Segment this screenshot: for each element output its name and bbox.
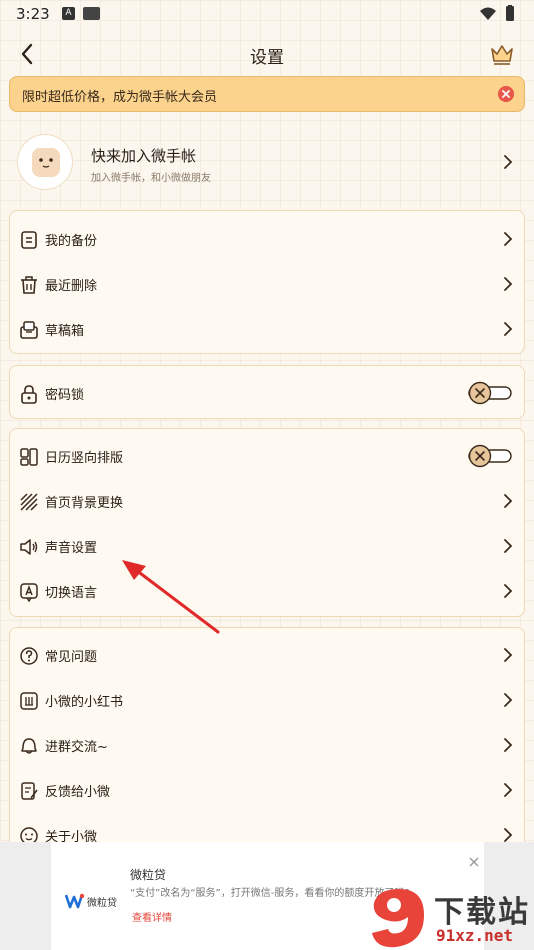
chevron-right-icon bbox=[504, 648, 513, 662]
notification-a-icon: A bbox=[62, 7, 75, 20]
notification-app-icon bbox=[83, 7, 100, 20]
watermark: 下载站 91xz.net bbox=[366, 885, 534, 950]
settings-row-home-background[interactable]: 首页背景更换 bbox=[10, 478, 524, 523]
chevron-right-icon bbox=[504, 494, 513, 508]
help-settings-group: 常见问题 小微的小红书 进群交流~ 反馈给小微 关于小微 bbox=[9, 627, 525, 857]
password-lock-toggle[interactable] bbox=[468, 381, 513, 405]
group-chat-icon bbox=[21, 738, 37, 754]
lock-icon bbox=[21, 385, 37, 404]
backup-icon bbox=[21, 231, 37, 249]
close-icon[interactable] bbox=[498, 86, 514, 102]
chevron-right-icon bbox=[504, 322, 513, 336]
ad-close-icon[interactable] bbox=[468, 856, 480, 868]
crown-vip-icon[interactable] bbox=[488, 40, 516, 68]
top-app-bar: 设置 bbox=[0, 36, 534, 72]
settings-row-label: 声音设置 bbox=[45, 541, 98, 556]
settings-row-faq[interactable]: 常见问题 bbox=[10, 632, 524, 677]
vip-promo-banner[interactable]: 限时超低价格，成为微手帐大会员 bbox=[9, 76, 525, 112]
trash-icon bbox=[21, 276, 37, 294]
language-icon bbox=[20, 583, 38, 602]
settings-row-redbook[interactable]: 小微的小红书 bbox=[10, 677, 524, 722]
settings-row-label: 密码锁 bbox=[45, 388, 85, 403]
mascot-face-icon bbox=[32, 148, 60, 177]
background-icon bbox=[20, 493, 38, 511]
avatar[interactable] bbox=[17, 134, 73, 190]
status-time: 3:23 bbox=[16, 5, 50, 23]
backup-settings-group: 我的备份 最近删除 草稿箱 bbox=[9, 210, 525, 354]
chevron-right-icon bbox=[504, 232, 513, 246]
redbook-icon bbox=[20, 692, 38, 710]
watermark-text: 下载站 bbox=[434, 895, 530, 930]
settings-row-sound[interactable]: 声音设置 bbox=[10, 523, 524, 568]
watermark-logo-icon bbox=[372, 889, 424, 948]
display-settings-group: 日历竖向排版 首页背景更换 声音设置 切换语言 bbox=[9, 428, 525, 617]
security-settings-group: 密码锁 bbox=[9, 365, 525, 419]
drafts-icon bbox=[20, 321, 38, 339]
watermark-url: 91xz.net bbox=[436, 926, 514, 945]
settings-row-label: 进群交流~ bbox=[45, 740, 108, 755]
settings-row-label: 切换语言 bbox=[45, 586, 98, 601]
settings-row-label: 草稿箱 bbox=[45, 324, 85, 339]
settings-row-label: 首页背景更换 bbox=[45, 496, 124, 511]
question-icon bbox=[20, 647, 38, 665]
chevron-right-icon bbox=[504, 539, 513, 553]
wifi-battery-icon bbox=[480, 5, 514, 21]
feedback-icon bbox=[21, 782, 38, 800]
chevron-right-icon bbox=[504, 738, 513, 752]
profile-subtitle: 加入微手帐，和小微做朋友 bbox=[91, 173, 211, 184]
chevron-right-icon bbox=[504, 277, 513, 291]
calendar-vertical-toggle[interactable] bbox=[468, 444, 513, 468]
chevron-right-icon bbox=[504, 155, 513, 169]
settings-row-backup[interactable]: 我的备份 bbox=[10, 216, 524, 261]
settings-row-feedback[interactable]: 反馈给小微 bbox=[10, 767, 524, 812]
ad-brand-logo: 微粒贷 bbox=[64, 892, 125, 914]
settings-row-group-chat[interactable]: 进群交流~ bbox=[10, 722, 524, 767]
ad-details-link[interactable]: 查看详情 bbox=[132, 909, 172, 924]
settings-row-label: 我的备份 bbox=[45, 234, 98, 249]
page-title: 设置 bbox=[250, 48, 284, 68]
chevron-right-icon bbox=[504, 584, 513, 598]
chevron-right-icon bbox=[504, 693, 513, 707]
ad-side-left bbox=[0, 842, 51, 950]
sound-icon bbox=[20, 539, 38, 555]
settings-row-label: 日历竖向排版 bbox=[45, 451, 124, 466]
settings-row-label: 常见问题 bbox=[45, 650, 98, 665]
profile-title: 快来加入微手帐 bbox=[91, 147, 197, 165]
chevron-right-icon bbox=[504, 828, 513, 842]
settings-row-recently-deleted[interactable]: 最近删除 bbox=[10, 261, 524, 306]
chevron-right-icon bbox=[504, 783, 513, 797]
ad-title: 微粒贷 bbox=[130, 868, 167, 882]
login-profile-row[interactable]: 快来加入微手帐 加入微手帐，和小微做朋友 bbox=[0, 128, 534, 196]
promo-text: 限时超低价格，成为微手帐大会员 bbox=[22, 90, 218, 105]
settings-row-label: 小微的小红书 bbox=[45, 695, 124, 710]
calendar-layout-icon bbox=[20, 448, 38, 466]
ad-brand-name: 微粒贷 bbox=[87, 898, 117, 909]
annotation-arrow-icon bbox=[122, 560, 220, 634]
settings-row-calendar-vertical[interactable]: 日历竖向排版 bbox=[10, 433, 524, 478]
settings-row-password-lock[interactable]: 密码锁 bbox=[10, 370, 524, 415]
settings-row-language[interactable]: 切换语言 bbox=[10, 568, 524, 613]
status-bar: 3:23 A bbox=[0, 0, 534, 28]
settings-row-label: 最近删除 bbox=[45, 279, 98, 294]
settings-row-label: 反馈给小微 bbox=[45, 785, 111, 800]
settings-row-drafts[interactable]: 草稿箱 bbox=[10, 306, 524, 351]
